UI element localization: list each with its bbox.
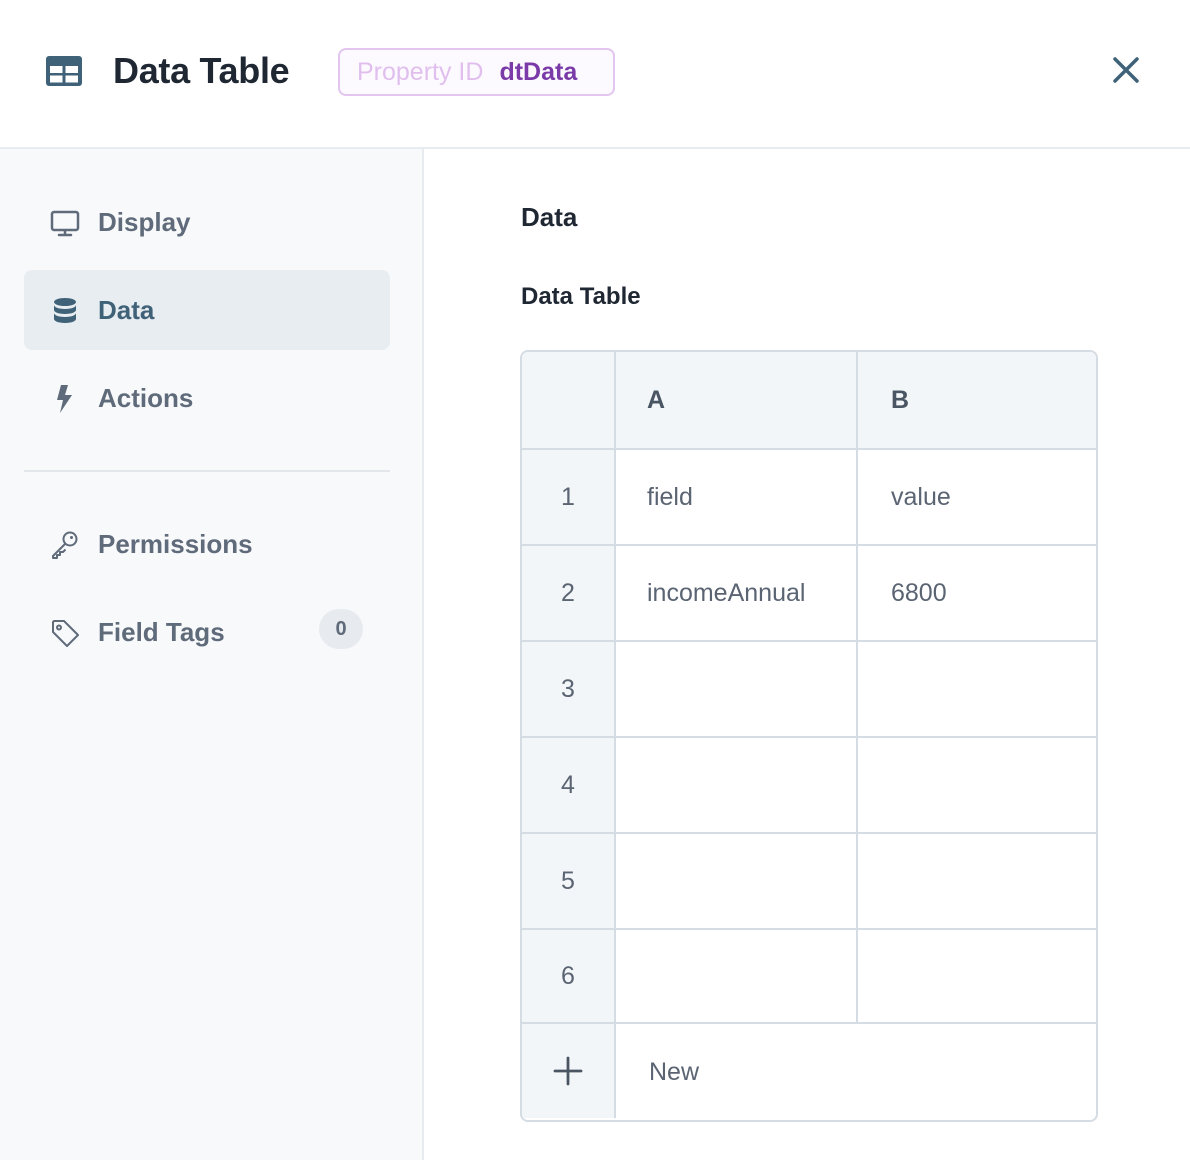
- add-row-button[interactable]: New: [522, 1024, 1096, 1120]
- add-row-label: New: [649, 1057, 700, 1086]
- tag-icon: [52, 620, 79, 647]
- lightning-icon: [57, 385, 72, 413]
- cell-b[interactable]: [858, 738, 1096, 832]
- sidebar-item-actions[interactable]: Actions: [24, 358, 390, 438]
- row-number: 4: [522, 738, 616, 832]
- sidebar: Display Data Actions Permissions Field T…: [0, 149, 424, 1160]
- section-title: Data: [521, 202, 578, 232]
- property-id-label: Property ID: [357, 57, 484, 86]
- cell-b[interactable]: value: [858, 450, 1096, 544]
- plus-icon: [522, 1024, 616, 1118]
- cell-a[interactable]: [616, 738, 858, 832]
- row-number: 1: [522, 450, 616, 544]
- field-label: Data Table: [521, 283, 641, 310]
- row-number: 6: [522, 930, 616, 1022]
- row-number: 3: [522, 642, 616, 736]
- table-row: 3: [522, 642, 1096, 738]
- sidebar-item-display[interactable]: Display: [24, 182, 390, 262]
- cell-a[interactable]: [616, 930, 858, 1022]
- sidebar-item-label: Field Tags: [98, 617, 225, 647]
- row-number: 2: [522, 546, 616, 640]
- column-header-b[interactable]: B: [858, 352, 1096, 448]
- sidebar-item-field-tags[interactable]: Field Tags 0: [24, 592, 390, 672]
- cell-b[interactable]: [858, 930, 1096, 1022]
- cell-b[interactable]: 6800: [858, 546, 1096, 640]
- row-number: 5: [522, 834, 616, 928]
- grid-header-row: A B: [522, 352, 1096, 450]
- table-row: 6: [522, 930, 1096, 1024]
- sidebar-item-label: Display: [98, 207, 191, 237]
- cell-a[interactable]: [616, 834, 858, 928]
- table-row: 4: [522, 738, 1096, 834]
- property-id-badge[interactable]: Property ID dtData: [338, 48, 615, 96]
- sidebar-item-permissions[interactable]: Permissions: [24, 504, 390, 584]
- monitor-icon: [50, 210, 80, 237]
- cell-b[interactable]: [858, 642, 1096, 736]
- sidebar-item-label: Data: [98, 295, 155, 325]
- modal-header: Data Table Property ID dtData: [0, 0, 1190, 149]
- database-icon: [54, 298, 76, 323]
- table-icon: [46, 56, 82, 86]
- corner-cell: [522, 352, 616, 448]
- property-id-value: dtData: [499, 57, 578, 86]
- close-icon[interactable]: [1108, 52, 1144, 88]
- sidebar-item-label: Permissions: [98, 529, 253, 559]
- page-title: Data Table: [113, 50, 290, 91]
- cell-b[interactable]: [858, 834, 1096, 928]
- sidebar-item-label: Actions: [98, 383, 194, 413]
- column-header-a[interactable]: A: [616, 352, 858, 448]
- sidebar-divider: [24, 470, 390, 472]
- field-tags-count-badge: 0: [319, 609, 363, 649]
- key-icon: [52, 531, 78, 559]
- data-table-grid: A B 1 field value 2 incomeAnnual 6800 3 …: [520, 350, 1098, 1122]
- cell-a[interactable]: incomeAnnual: [616, 546, 858, 640]
- cell-a[interactable]: field: [616, 450, 858, 544]
- table-row: 1 field value: [522, 450, 1096, 546]
- table-row: 2 incomeAnnual 6800: [522, 546, 1096, 642]
- table-row: 5: [522, 834, 1096, 930]
- cell-a[interactable]: [616, 642, 858, 736]
- sidebar-item-data[interactable]: Data: [24, 270, 390, 350]
